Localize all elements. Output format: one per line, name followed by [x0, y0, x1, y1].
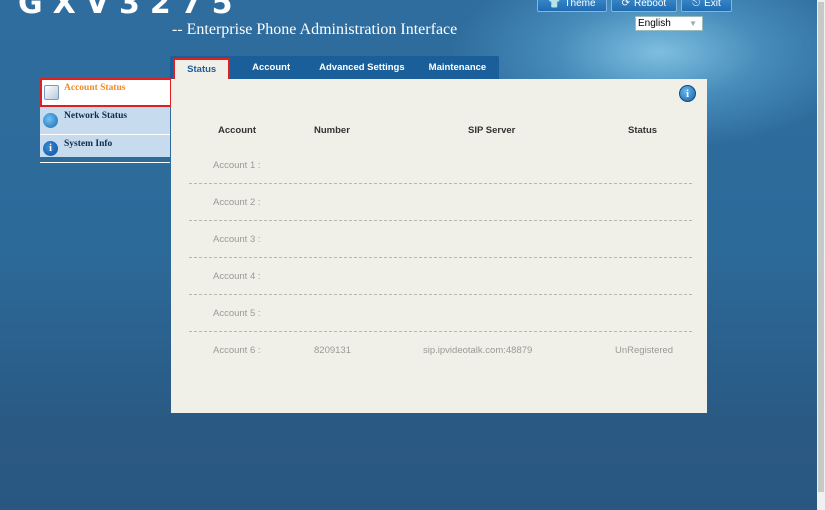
exit-button-label: Exit: [704, 0, 721, 9]
table-row: Account 1 :: [189, 146, 692, 184]
table-row: Account 3 :: [189, 220, 692, 258]
page-scrollbar[interactable]: [817, 0, 825, 510]
reboot-button[interactable]: ⟳ Reboot: [610, 0, 678, 12]
cell-sip-server: sip.ipvideotalk.com:48879: [423, 345, 533, 356]
help-info-icon[interactable]: i: [679, 85, 696, 102]
exit-icon: ⎋: [692, 0, 701, 9]
scrollbar-thumb[interactable]: [818, 2, 824, 492]
page-subtitle: -- Enterprise Phone Administration Inter…: [172, 21, 458, 38]
cell-account: Account 6 :: [213, 345, 261, 356]
main-tabs: Status Account Advanced Settings Mainten…: [170, 56, 499, 79]
sidebar-item-label: Network Status: [64, 111, 128, 121]
tab-advanced-settings[interactable]: Advanced Settings: [308, 56, 416, 79]
top-toolbar: 👕 Theme ⟳ Reboot ⎋ Exit: [537, 0, 732, 12]
info-icon: i: [43, 141, 58, 156]
cell-account: Account 3 :: [213, 234, 261, 245]
sidebar-item-system-info[interactable]: i System Info: [40, 135, 170, 163]
cell-number: 8209131: [314, 345, 351, 356]
tab-account[interactable]: Account: [234, 56, 308, 79]
theme-button[interactable]: 👕 Theme: [537, 0, 607, 12]
column-header-number: Number: [314, 125, 350, 136]
sidebar-item-account-status[interactable]: Account Status: [40, 78, 172, 107]
cell-account: Account 5 :: [213, 308, 261, 319]
account-status-panel: i Account Number SIP Server Status Accou…: [171, 79, 707, 413]
theme-button-label: Theme: [564, 0, 596, 9]
cell-account: Account 1 :: [213, 160, 261, 171]
column-header-account: Account: [218, 125, 256, 136]
table-row: Account 6 : 8209131 sip.ipvideotalk.com:…: [189, 331, 692, 368]
sidebar: Account Status Network Status i System I…: [40, 78, 172, 163]
exit-button[interactable]: ⎋ Exit: [681, 0, 732, 12]
cell-account: Account 2 :: [213, 197, 261, 208]
reboot-button-label: Reboot: [633, 0, 667, 9]
sidebar-item-network-status[interactable]: Network Status: [40, 107, 170, 135]
tab-status[interactable]: Status: [173, 58, 231, 79]
table-row: Account 5 :: [189, 294, 692, 332]
cell-status: UnRegistered: [615, 345, 674, 356]
chevron-down-icon: ▼: [689, 19, 697, 28]
theme-icon: 👕: [548, 0, 561, 9]
column-header-status: Status: [628, 125, 658, 136]
brand-logo: GXV3275: [18, 0, 243, 21]
cell-account: Account 4 :: [213, 271, 261, 282]
language-value: English: [638, 18, 671, 29]
table-row: Account 4 :: [189, 257, 692, 295]
table-row: Account 2 :: [189, 183, 692, 221]
tab-maintenance[interactable]: Maintenance: [416, 56, 499, 79]
sidebar-item-label: Account Status: [64, 83, 126, 93]
reboot-icon: ⟳: [621, 0, 630, 9]
account-status-icon: [44, 85, 59, 100]
column-header-sip-server: SIP Server: [468, 125, 516, 136]
network-status-icon: [43, 113, 58, 128]
language-select[interactable]: English ▼: [635, 16, 703, 31]
sidebar-item-label: System Info: [64, 139, 113, 149]
